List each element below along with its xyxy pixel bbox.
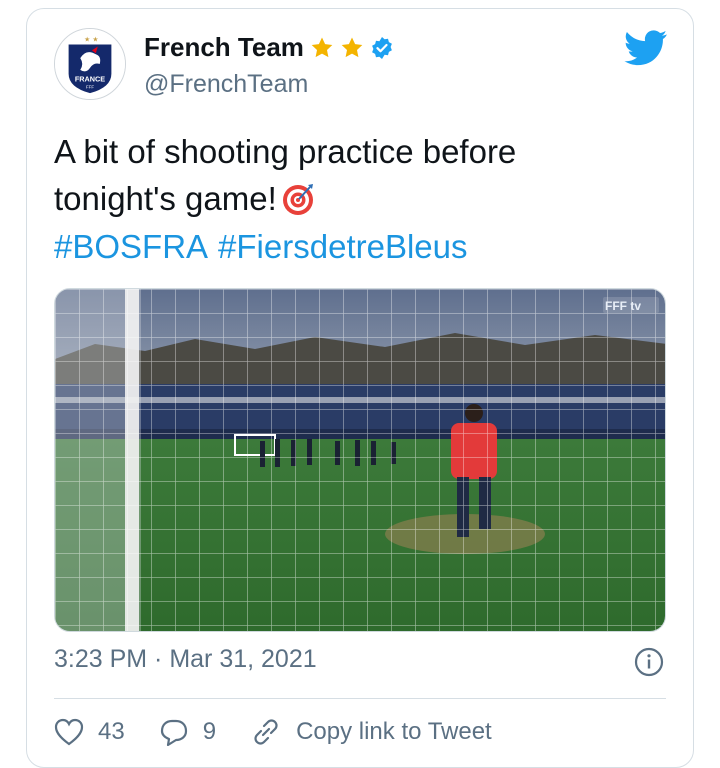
author-name[interactable]: French Team xyxy=(144,32,304,63)
hashtag-link[interactable]: #FiersdetreBleus xyxy=(218,228,467,265)
svg-text:★ ★: ★ ★ xyxy=(84,36,98,44)
tweet-text-line-2: tonight's game! xyxy=(54,180,277,217)
svg-text:FRANCE: FRANCE xyxy=(75,75,105,84)
direct-hit-target-emoji xyxy=(281,181,315,228)
divider xyxy=(54,698,666,699)
star-icon xyxy=(310,36,334,60)
hashtags: #BOSFRA #FiersdetreBleus xyxy=(54,224,478,270)
tweet-timestamp[interactable]: 3:23 PM · Mar 31, 2021 xyxy=(54,645,317,674)
twitter-bird-icon[interactable] xyxy=(624,30,668,66)
hashtag-link[interactable]: #BOSFRA xyxy=(54,228,208,265)
video-thumbnail: FFF tv xyxy=(55,289,665,631)
star-icon xyxy=(340,36,364,60)
tweet-text-line: tonight's game! xyxy=(54,175,664,228)
tweet-text-line: A bit of shooting practice before xyxy=(54,133,517,170)
tweet-text: A bit of shooting practice before tonigh… xyxy=(54,128,664,228)
fff-crest-logo: ★ ★ FRANCE FFF xyxy=(55,29,125,99)
verified-badge-icon xyxy=(370,36,394,60)
author-row: French Team xyxy=(144,32,394,63)
info-icon[interactable] xyxy=(634,647,664,682)
avatar[interactable]: ★ ★ FRANCE FFF xyxy=(54,28,126,100)
svg-text:FFF: FFF xyxy=(86,84,94,89)
media-watermark: FFF tv xyxy=(605,299,641,313)
video-player[interactable]: FFF tv xyxy=(54,288,666,632)
author-handle[interactable]: @FrenchTeam xyxy=(144,70,308,99)
